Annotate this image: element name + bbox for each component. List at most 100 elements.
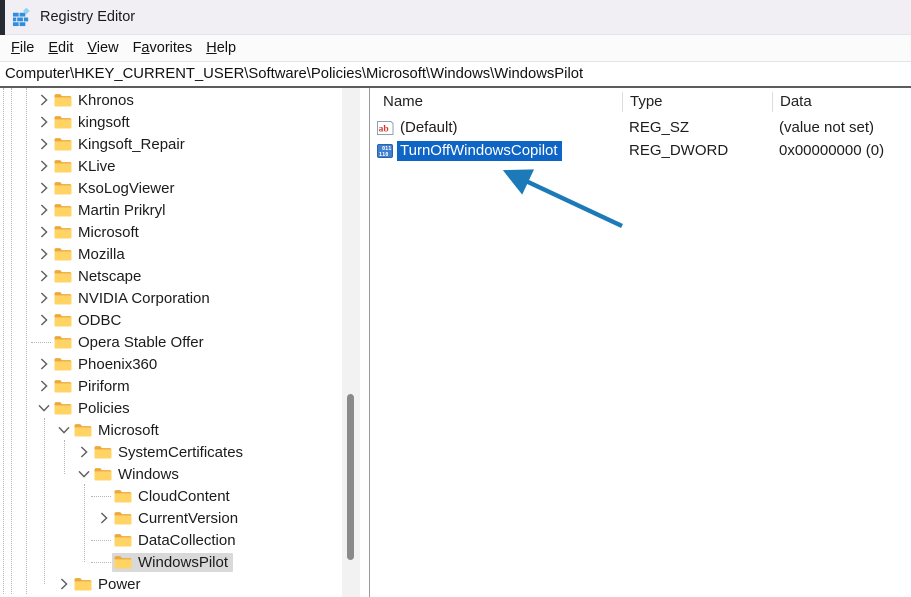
tree-item-netscape[interactable]: Netscape [0,265,369,287]
chevron-right-icon[interactable] [36,158,52,174]
tree-item-martin-prikryl[interactable]: Martin Prikryl [0,199,369,221]
chevron-down-icon[interactable] [56,422,72,438]
tree-item-systemcertificates[interactable]: SystemCertificates [0,441,369,463]
tree-indent [0,232,36,233]
folder-icon [54,269,72,283]
tree-indent [0,562,96,563]
tree-item-label: Kingsoft_Repair [78,136,185,153]
chevron-right-icon[interactable] [36,356,52,372]
tree-indent [0,584,56,585]
menu-view[interactable]: View [80,40,125,56]
svg-text:110: 110 [379,152,388,158]
column-header-type[interactable]: Type [622,92,772,112]
tree-indent [0,210,36,211]
tree-item-datacollection[interactable]: DataCollection [0,529,369,551]
chevron-right-icon[interactable] [36,180,52,196]
registry-editor-icon [12,8,31,27]
tree-item-label: KLive [78,158,116,175]
chevron-right-icon[interactable] [36,136,52,152]
tree-indent [0,298,36,299]
chevron-right-icon[interactable] [36,114,52,130]
background-window-edge [0,0,5,35]
menu-edit[interactable]: Edit [41,40,80,56]
menu-file[interactable]: File [4,40,41,56]
leaf-connector [96,532,112,548]
folder-icon [114,511,132,525]
tree-item-label: SystemCertificates [118,444,243,461]
folder-icon [114,489,132,503]
tree-item-khronos[interactable]: Khronos [0,89,369,111]
values-pane: Name Type Data ab(Default)REG_SZ(value n… [370,88,911,597]
tree-item-label: KsoLogViewer [78,180,174,197]
chevron-right-icon[interactable] [36,246,52,262]
folder-icon [54,313,72,327]
value-row-default[interactable]: ab(Default)REG_SZ(value not set) [370,116,911,139]
chevron-right-icon[interactable] [36,312,52,328]
chevron-down-icon[interactable] [76,466,92,482]
chevron-down-icon[interactable] [36,400,52,416]
value-row-turnoffwindowscopilot[interactable]: 011110TurnOffWindowsCopilotREG_DWORD0x00… [370,139,911,162]
folder-icon [94,467,112,481]
chevron-right-icon[interactable] [96,510,112,526]
tree-item-ksologviewer[interactable]: KsoLogViewer [0,177,369,199]
titlebar: Registry Editor [0,0,911,35]
tree-item-label: Mozilla [78,246,125,263]
chevron-right-icon[interactable] [36,268,52,284]
chevron-right-icon[interactable] [36,202,52,218]
value-name-label: (Default) [397,118,462,138]
column-header-data[interactable]: Data [772,92,911,112]
tree-item-nvidia-corporation[interactable]: NVIDIA Corporation [0,287,369,309]
menubar: FileEditViewFavoritesHelp [0,35,911,62]
tree-item-kingsoft[interactable]: kingsoft [0,111,369,133]
tree-item-piriform[interactable]: Piriform [0,375,369,397]
content-area: Khronos kingsoft Kingsoft_Repair KLive KsoLo… [0,88,911,597]
tree-indent [0,254,36,255]
tree-item-label: Opera Stable Offer [78,334,204,351]
address-bar[interactable]: Computer\HKEY_CURRENT_USER\Software\Poli… [0,62,911,86]
tree-item-klive[interactable]: KLive [0,155,369,177]
tree-item-policies[interactable]: Policies [0,397,369,419]
tree-item-label: Phoenix360 [78,356,157,373]
tree-indent [0,496,96,497]
tree-scrollbar[interactable] [342,88,360,597]
folder-icon [54,181,72,195]
tree-indent [0,100,36,101]
tree-item-windowspilot[interactable]: WindowsPilot [0,551,369,573]
chevron-right-icon[interactable] [36,224,52,240]
chevron-right-icon[interactable] [36,290,52,306]
tree-item-opera-stable-offer[interactable]: Opera Stable Offer [0,331,369,353]
dword-value-icon: 011110 [377,144,394,158]
tree-item-cloudcontent[interactable]: CloudContent [0,485,369,507]
chevron-right-icon[interactable] [56,576,72,592]
tree-item-mozilla[interactable]: Mozilla [0,243,369,265]
tree-indent [0,364,36,365]
leaf-connector [36,334,52,350]
tree-indent [0,122,36,123]
tree-indent [0,408,36,409]
folder-icon [54,203,72,217]
tree-item-currentversion[interactable]: CurrentVersion [0,507,369,529]
tree-item-label: kingsoft [78,114,130,131]
tree-item-power[interactable]: Power [0,573,369,595]
menu-help[interactable]: Help [199,40,243,56]
tree-item-label: Martin Prikryl [78,202,166,219]
folder-icon [54,379,72,393]
tree-item-label: DataCollection [138,532,236,549]
tree-item-windows[interactable]: Windows [0,463,369,485]
tree-item-odbc[interactable]: ODBC [0,309,369,331]
folder-icon [54,225,72,239]
value-name-cell[interactable]: ab(Default) [370,118,622,138]
menu-favorites[interactable]: Favorites [126,40,200,56]
tree-item-phoenix360[interactable]: Phoenix360 [0,353,369,375]
chevron-right-icon[interactable] [76,444,92,460]
tree-item-microsoft[interactable]: Microsoft [0,221,369,243]
chevron-right-icon[interactable] [36,378,52,394]
tree-item-kingsoft-repair[interactable]: Kingsoft_Repair [0,133,369,155]
tree-indent [0,452,76,453]
value-name-cell[interactable]: 011110TurnOffWindowsCopilot [370,141,622,161]
scrollbar-thumb[interactable] [347,394,354,560]
chevron-right-icon[interactable] [36,92,52,108]
tree-item-microsoft[interactable]: Microsoft [0,419,369,441]
column-header-name[interactable]: Name [370,92,622,112]
annotation-arrow [370,88,911,597]
